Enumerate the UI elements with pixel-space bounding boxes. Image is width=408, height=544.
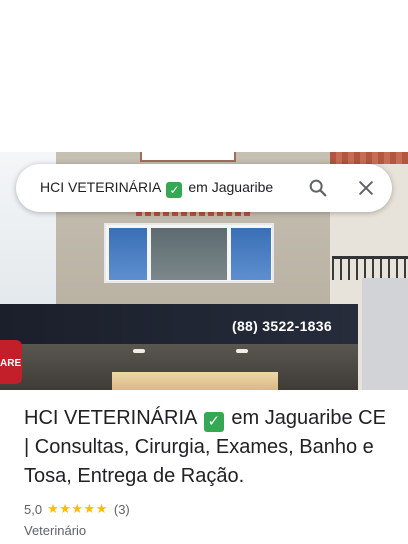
search-icon: [309, 179, 327, 197]
close-icon: [359, 181, 373, 195]
ceiling-light: [133, 349, 145, 353]
place-info: HCI VETERINÁRIA ✓ em Jaguaribe CE | Cons…: [24, 404, 396, 538]
rating-value: 5,0: [24, 501, 43, 517]
review-count[interactable]: (3): [114, 502, 130, 517]
place-title-part-1: HCI VETERINÁRIA: [24, 407, 197, 429]
street-sign-text: ARE: [0, 358, 22, 369]
balcony-railing: [332, 256, 408, 280]
place-category: Veterinário: [24, 523, 87, 538]
blank-header-area: [0, 0, 408, 152]
place-title[interactable]: HCI VETERINÁRIA ✓ em Jaguaribe CE | Cons…: [24, 404, 396, 491]
entrance-awning: [112, 372, 278, 390]
window-pane: [231, 228, 271, 280]
storefront-phone-number: (88) 3522-1836: [232, 318, 332, 334]
tiled-roof: [330, 152, 408, 164]
rating-row[interactable]: 5,0 ★★★★★ (3): [24, 501, 396, 517]
rooftop-sign: [140, 152, 236, 162]
check-mark-icon: ✓: [203, 412, 224, 432]
window-pane: [151, 228, 227, 280]
search-button[interactable]: [302, 172, 334, 204]
neighbor-shop: [362, 278, 408, 390]
search-query[interactable]: HCI VETERINÁRIA ✓ em Jaguaribe: [40, 179, 273, 198]
search-query-part-1: HCI VETERINÁRIA: [40, 179, 161, 195]
search-bar[interactable]: HCI VETERINÁRIA ✓ em Jaguaribe: [16, 164, 392, 212]
window-pane: [109, 228, 147, 280]
building-window: [104, 223, 274, 283]
close-button[interactable]: [350, 172, 382, 204]
star-rating-icon: ★★★★★: [47, 501, 108, 516]
ceiling-light: [236, 349, 248, 353]
search-query-part-2: em Jaguaribe: [188, 179, 274, 195]
check-mark-icon: ✓: [166, 182, 183, 198]
